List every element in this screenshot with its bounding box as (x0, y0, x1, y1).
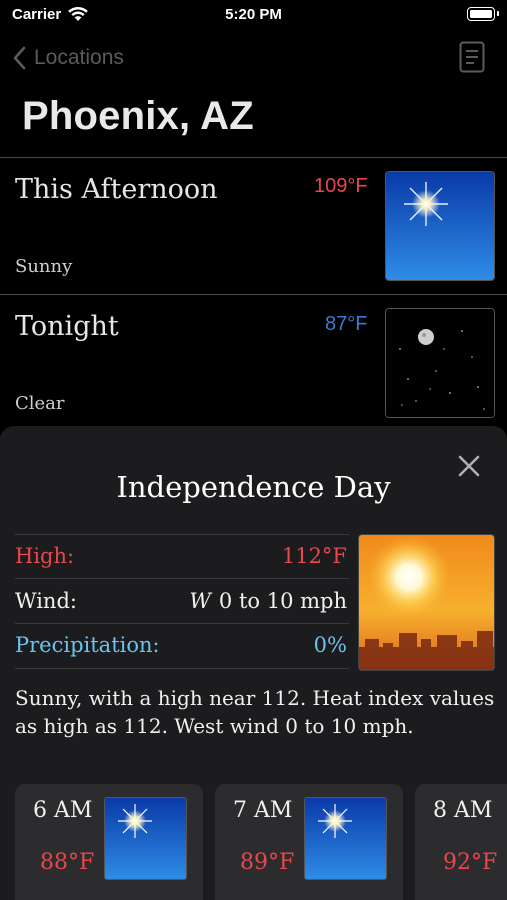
forecast-description: Sunny, with a high near 112. Heat index … (15, 686, 495, 738)
forecast-row-tonight[interactable]: Tonight 87°F Clear (0, 295, 507, 427)
hourly-card[interactable]: 8 AM 92°F (415, 784, 507, 900)
sunny-sky-image (385, 171, 495, 281)
hour-label: 7 AM (233, 798, 293, 823)
hour-label: 6 AM (33, 798, 93, 823)
forecast-row-afternoon[interactable]: This Afternoon 109°F Sunny (0, 158, 507, 294)
wind-value: 0 to 10 mph (218, 589, 347, 613)
battery-icon (467, 7, 499, 21)
hour-temperature: 88°F (40, 850, 95, 875)
wind-label: Wind: (15, 589, 77, 613)
precipitation-row: Precipitation: 0% (15, 623, 349, 667)
page-title: Phoenix, AZ (22, 94, 254, 138)
high-row: High: 112°F (15, 534, 349, 578)
hourly-card[interactable]: 6 AM 88°F (15, 784, 203, 900)
back-button[interactable]: Locations (12, 44, 124, 72)
document-icon[interactable] (459, 41, 485, 73)
high-label: High: (15, 544, 75, 568)
divider (15, 668, 349, 669)
hourly-card[interactable]: 7 AM 89°F (215, 784, 403, 900)
chevron-left-icon (13, 46, 26, 70)
precipitation-value: 0% (313, 633, 347, 657)
wind-value-group: W 0 to 10 mph (189, 589, 347, 613)
precipitation-label: Precipitation: (15, 633, 160, 657)
detail-sheet: Independence Day High: 112°F Wind: W 0 to… (0, 426, 507, 900)
close-icon[interactable] (457, 454, 481, 478)
clock: 5:20 PM (225, 6, 282, 23)
condition-label: Clear (15, 393, 65, 414)
back-label: Locations (34, 46, 124, 69)
hour-temperature: 89°F (240, 850, 295, 875)
status-bar: Carrier 5:20 PM (0, 0, 507, 32)
sunset-city-image (358, 534, 495, 671)
sheet-title: Independence Day (116, 470, 391, 504)
high-value: 112°F (281, 544, 347, 568)
period-label: This Afternoon (15, 174, 218, 205)
clear-night-sky-image (385, 308, 495, 418)
condition-label: Sunny (15, 256, 73, 277)
sunny-sky-image (304, 797, 387, 880)
temperature-label: 87°F (325, 313, 368, 335)
temperature-label: 109°F (314, 175, 368, 197)
wind-row: Wind: W 0 to 10 mph (15, 579, 349, 623)
sunny-sky-image (104, 797, 187, 880)
wind-direction: W (189, 589, 211, 613)
hour-temperature: 92°F (443, 850, 498, 875)
hour-label: 8 AM (433, 798, 493, 823)
period-label: Tonight (15, 311, 119, 342)
